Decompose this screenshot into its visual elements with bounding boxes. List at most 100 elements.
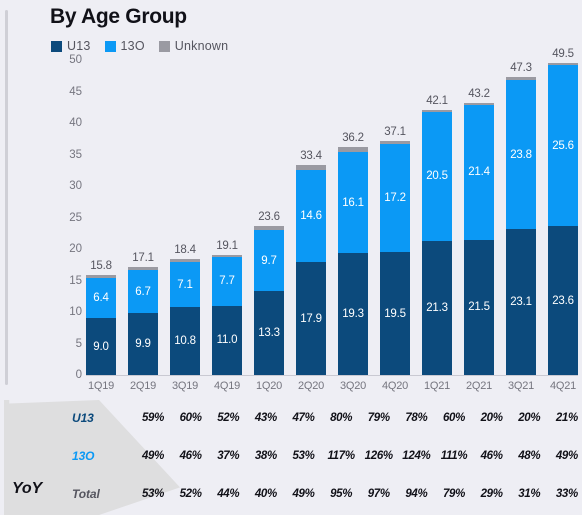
x-axis-labels: 1Q19 2Q19 3Q19 4Q19 1Q20 2Q20 3Q20 4Q20 1Q21 2Q21… xyxy=(86,380,578,392)
y-axis-tick: 25 xyxy=(69,211,82,224)
bar-column[interactable]: 36.2 16.1 19.3 xyxy=(338,60,368,375)
bar-segment-label: 17.9 xyxy=(300,312,322,325)
bar-column[interactable]: 43.2 21.4 21.5 xyxy=(464,60,494,375)
bar-stack[interactable]: 17.2 19.5 xyxy=(380,141,410,375)
yoy-cell: 33% xyxy=(555,488,578,500)
bar-segment-label: 23.1 xyxy=(510,296,532,309)
bar-segment-u13[interactable]: 9.9 xyxy=(128,312,158,375)
bar-segment-label: 10.8 xyxy=(174,334,196,347)
legend-item-label: U13 xyxy=(67,39,91,53)
bar-total-label: 17.1 xyxy=(132,252,154,265)
yoy-cell: 126% xyxy=(364,450,394,462)
yoy-cell: 49% xyxy=(555,450,578,462)
bar-segment-13o[interactable]: 6.4 xyxy=(86,278,116,319)
bar-segment-label: 6.4 xyxy=(93,292,109,305)
bar-segment-13o[interactable]: 14.6 xyxy=(296,170,326,263)
legend-item-unknown[interactable]: Unknown xyxy=(158,39,229,53)
y-axis-tick: 35 xyxy=(69,148,82,161)
bar-segment-u13[interactable]: 23.6 xyxy=(548,226,578,375)
bar-stack[interactable]: 20.5 21.3 xyxy=(422,109,452,375)
bar-segment-u13[interactable]: 13.3 xyxy=(254,291,284,375)
yoy-cell: 31% xyxy=(518,488,541,500)
bar-stack[interactable]: 16.1 19.3 xyxy=(338,146,368,375)
y-axis-tick: 30 xyxy=(69,180,82,192)
bar-segment-13o[interactable]: 20.5 xyxy=(422,111,452,241)
bar-column[interactable]: 15.8 6.4 9.0 xyxy=(86,60,116,375)
bar-segment-u13[interactable]: 21.5 xyxy=(464,239,494,375)
bar-segment-label: 16.1 xyxy=(342,196,364,209)
bar-total-label: 49.5 xyxy=(552,48,574,61)
legend-item-13o[interactable]: 13O xyxy=(104,39,145,53)
bar-segment-u13[interactable]: 23.1 xyxy=(506,229,536,375)
bar-segment-u13[interactable]: 10.8 xyxy=(170,306,200,375)
bar-stack[interactable]: 9.7 13.3 xyxy=(254,226,284,375)
bar-total-label: 18.4 xyxy=(174,244,196,257)
bar-segment-13o[interactable]: 25.6 xyxy=(548,65,578,227)
bar-series-container: 15.8 6.4 9.0 17.1 6.7 9.9 18.4 7.1 10.8 19.1 7.7 11… xyxy=(86,48,578,375)
bar-column[interactable]: 19.1 7.7 11.0 xyxy=(212,60,242,375)
bar-segment-label: 21.4 xyxy=(468,166,490,179)
bar-segment-u13[interactable]: 19.5 xyxy=(380,252,410,375)
bar-segment-label: 14.6 xyxy=(300,210,322,223)
x-axis-label: 1Q21 xyxy=(423,380,451,392)
bar-segment-label: 13.3 xyxy=(258,327,280,340)
bar-segment-label: 7.1 xyxy=(177,278,193,291)
yoy-cell: 60% xyxy=(179,412,202,424)
bar-segment-13o[interactable]: 7.7 xyxy=(212,257,242,306)
bar-segment-u13[interactable]: 17.9 xyxy=(296,262,326,375)
yoy-cell: 124% xyxy=(402,450,431,462)
yoy-cell: 44% xyxy=(217,488,240,500)
bar-stack[interactable]: 6.4 9.0 xyxy=(86,275,116,375)
yoy-cell: 21% xyxy=(555,412,578,424)
bar-stack[interactable]: 23.8 23.1 xyxy=(506,77,536,375)
bar-segment-u13[interactable]: 9.0 xyxy=(86,318,116,375)
yoy-cell: 78% xyxy=(405,412,428,424)
legend-item-u13[interactable]: U13 xyxy=(51,39,91,53)
bar-segment-13o[interactable]: 16.1 xyxy=(338,152,368,254)
bar-stack[interactable]: 6.7 9.9 xyxy=(128,267,158,375)
yoy-row-label: Total xyxy=(72,487,100,501)
bar-segment-13o[interactable]: 21.4 xyxy=(464,104,494,240)
yoy-cell: 20% xyxy=(518,412,541,424)
bar-stack[interactable]: 25.6 23.6 xyxy=(548,63,578,375)
bar-total-label: 47.3 xyxy=(510,62,532,75)
bar-column[interactable]: 42.1 20.5 21.3 xyxy=(422,60,452,375)
yoy-cell: 38% xyxy=(254,450,277,462)
bar-column[interactable]: 33.4 14.6 17.9 xyxy=(296,60,326,375)
bar-stack[interactable]: 21.4 21.5 xyxy=(464,102,494,375)
bar-segment-13o[interactable]: 17.2 xyxy=(380,143,410,253)
bar-segment-label: 21.5 xyxy=(468,301,490,314)
y-axis-tick: 10 xyxy=(69,306,82,318)
bar-segment-u13[interactable]: 21.3 xyxy=(422,240,452,375)
bar-segment-u13[interactable]: 11.0 xyxy=(212,305,242,375)
bar-stack[interactable]: 7.7 11.0 xyxy=(212,254,242,375)
yoy-row-label: 13O xyxy=(72,449,95,463)
bar-total-label: 23.6 xyxy=(258,211,280,224)
bar-column[interactable]: 37.1 17.2 19.5 xyxy=(380,60,410,375)
y-axis-tick: 20 xyxy=(69,243,82,255)
yoy-cell: 46% xyxy=(179,450,202,462)
x-axis-label: 3Q20 xyxy=(339,380,367,392)
bar-segment-label: 19.3 xyxy=(342,308,364,321)
bar-segment-13o[interactable]: 7.1 xyxy=(170,262,200,307)
bar-segment-label: 9.9 xyxy=(135,337,151,350)
bar-segment-u13[interactable]: 19.3 xyxy=(338,253,368,375)
bar-column[interactable]: 23.6 9.7 13.3 xyxy=(254,60,284,375)
bar-segment-13o[interactable]: 6.7 xyxy=(128,270,158,313)
legend-item-label: Unknown xyxy=(174,39,229,53)
x-axis-label: 3Q19 xyxy=(171,380,199,392)
bar-column[interactable]: 17.1 6.7 9.9 xyxy=(128,60,158,375)
bar-stack[interactable]: 7.1 10.8 xyxy=(170,259,200,375)
bar-stack[interactable]: 14.6 17.9 xyxy=(296,164,326,375)
bar-segment-13o[interactable]: 9.7 xyxy=(254,230,284,292)
y-axis-tick: 40 xyxy=(69,117,82,129)
bar-column[interactable]: 49.5 25.6 23.6 xyxy=(548,48,578,375)
bar-column[interactable]: 18.4 7.1 10.8 xyxy=(170,60,200,375)
yoy-cell: 79% xyxy=(442,488,466,500)
bar-segment-label: 23.8 xyxy=(510,148,532,161)
bar-column[interactable]: 47.3 23.8 23.1 xyxy=(506,60,536,375)
bar-segment-13o[interactable]: 23.8 xyxy=(506,79,536,230)
x-axis-label: 1Q20 xyxy=(255,380,283,392)
yoy-cell: 46% xyxy=(480,450,503,462)
bar-total-label: 37.1 xyxy=(384,126,406,139)
